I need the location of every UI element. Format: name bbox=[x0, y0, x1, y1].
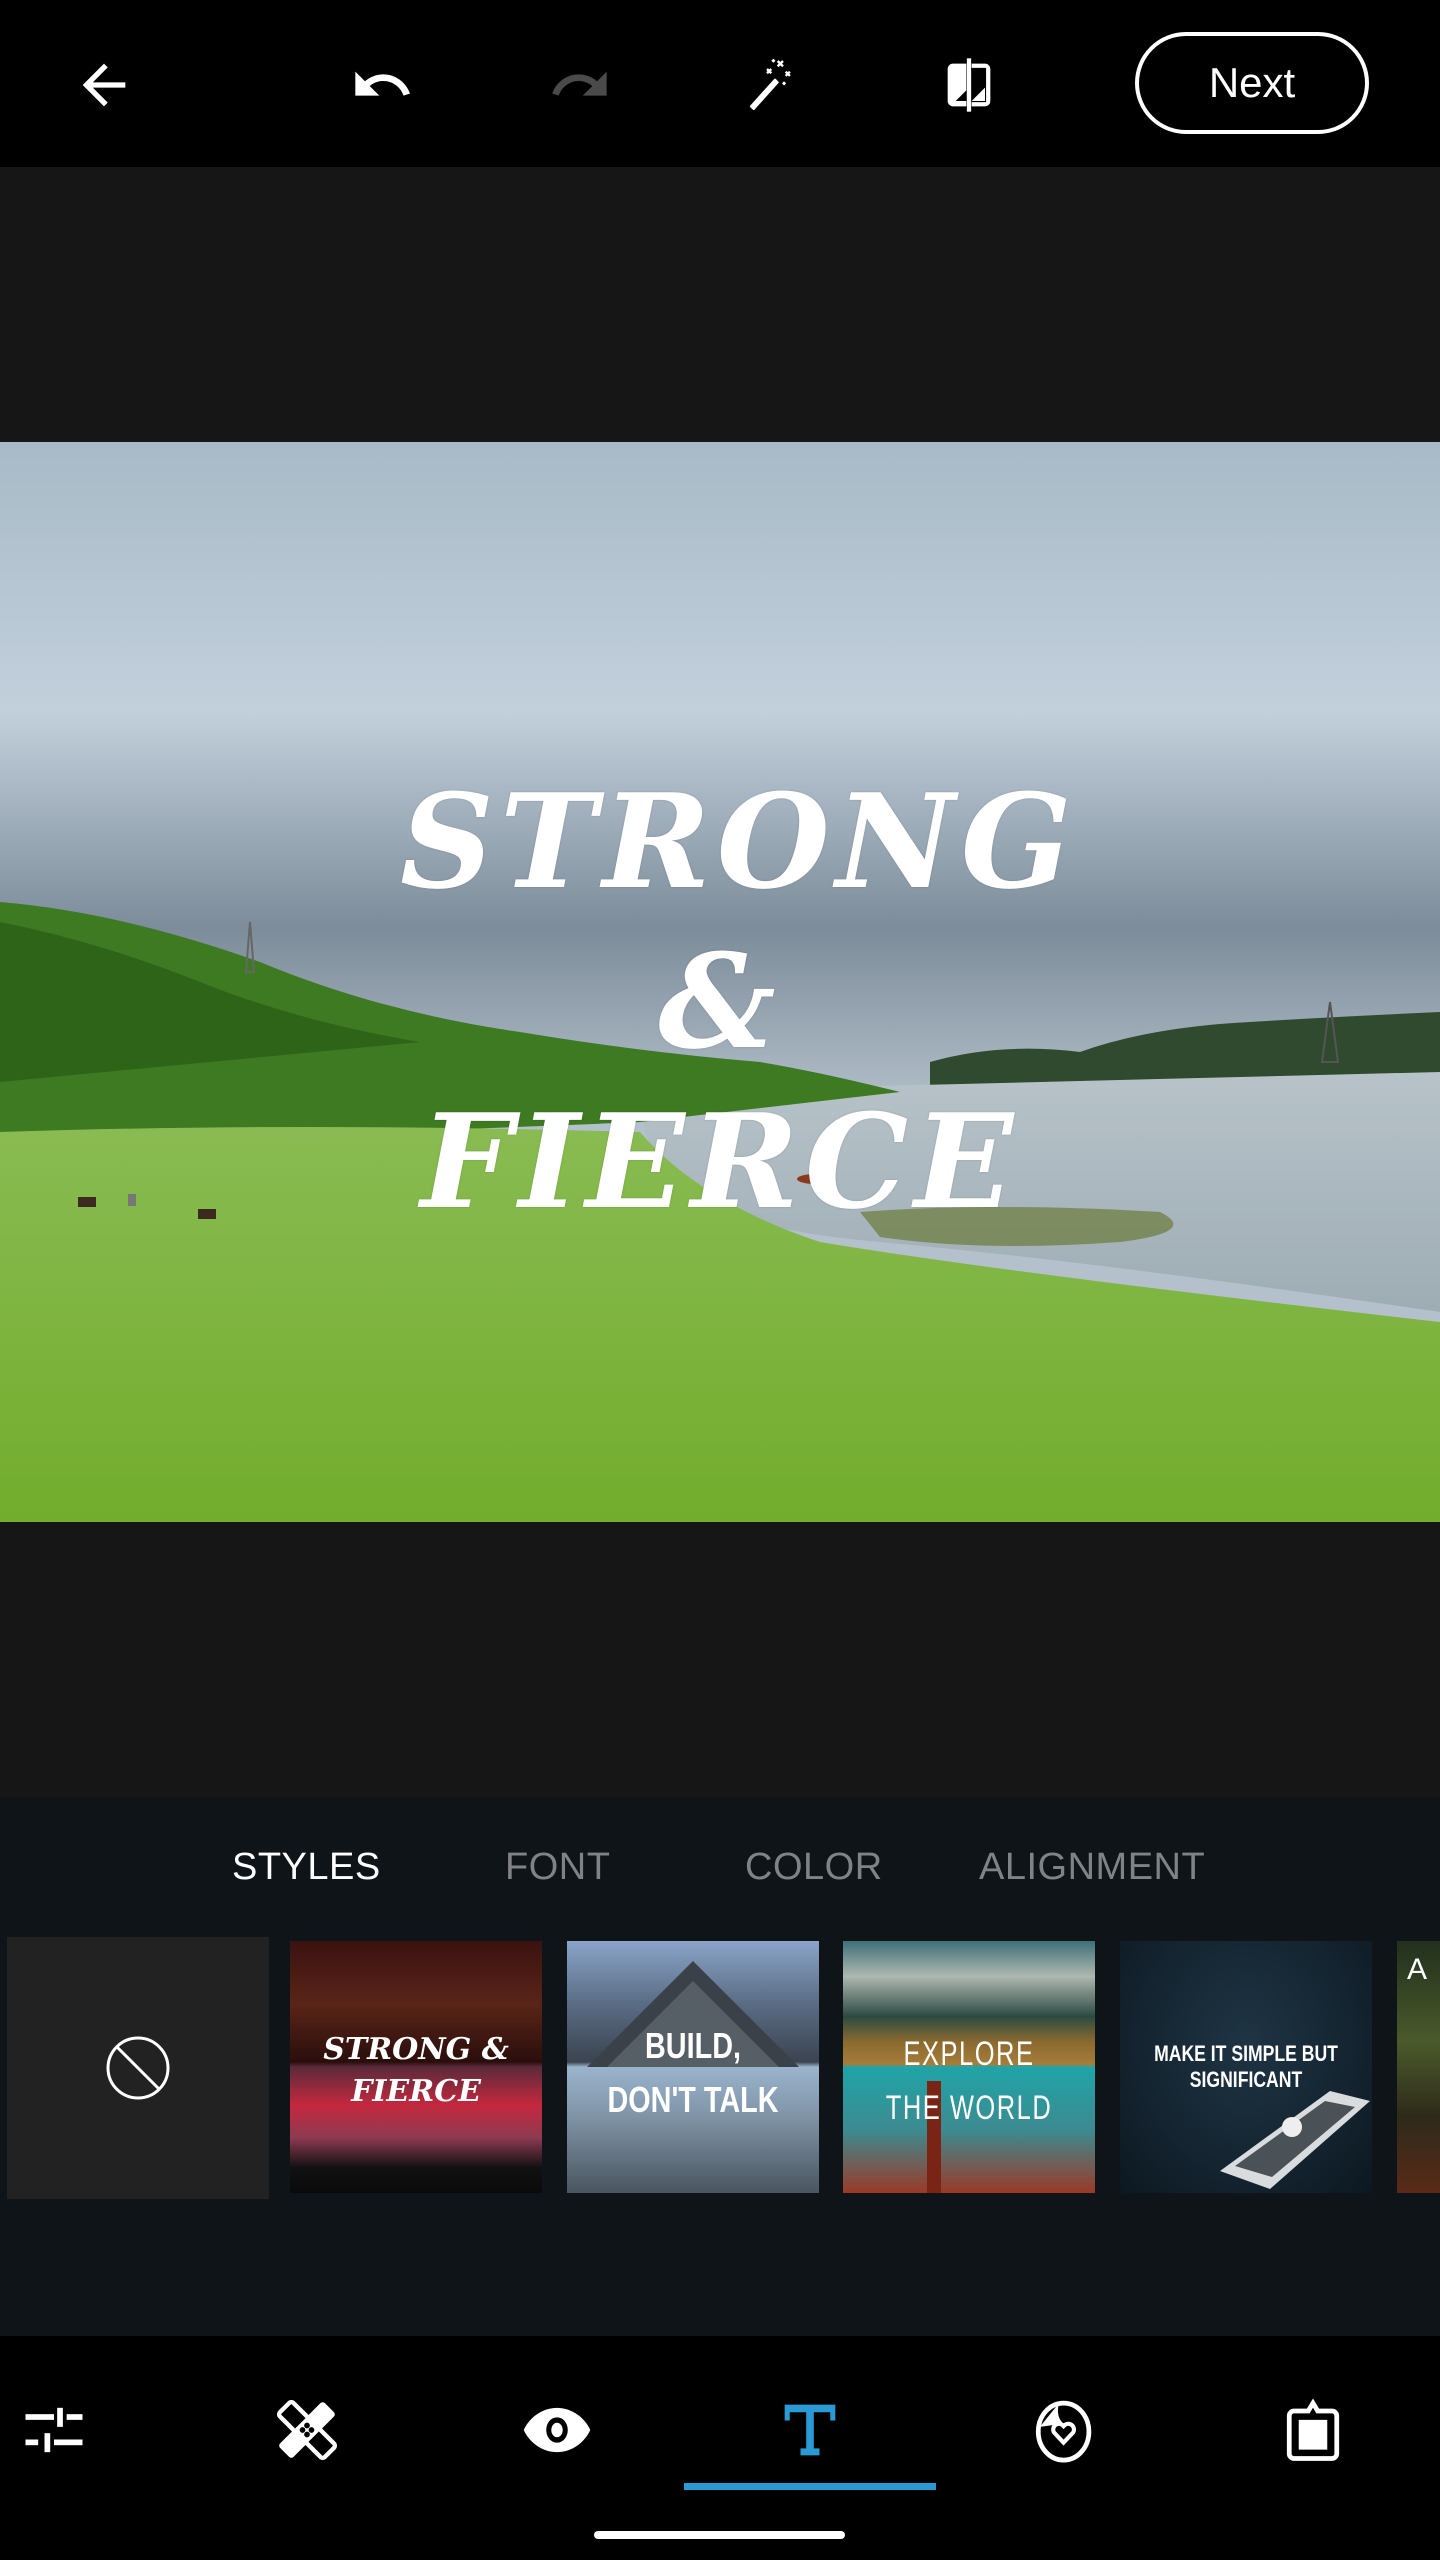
arrow-left-icon bbox=[82, 63, 126, 107]
top-toolbar: Next bbox=[0, 0, 1440, 167]
redo-icon bbox=[552, 71, 607, 96]
style-tile-partial[interactable]: A bbox=[1397, 1941, 1440, 2193]
back-button[interactable] bbox=[64, 45, 144, 125]
tab-alignment[interactable]: ALIGNMENT bbox=[979, 1842, 1205, 1892]
nav-text[interactable] bbox=[750, 2380, 870, 2480]
active-tab-indicator bbox=[684, 2483, 936, 2490]
style-tile-build-dont-talk[interactable]: BUILD, DON'T TALK bbox=[567, 1941, 819, 2193]
bottom-tool-nav bbox=[0, 2336, 1440, 2560]
nav-stickers[interactable] bbox=[1002, 2380, 1122, 2480]
next-button[interactable]: Next bbox=[1135, 32, 1369, 134]
overlay-text-line2: & FIERCE bbox=[420, 925, 1020, 1238]
style-tile-caption: MAKE IT SIMPLE BUT SIGNIFICANT bbox=[1154, 2041, 1338, 2092]
undo-button[interactable] bbox=[342, 45, 422, 125]
style-none-tile[interactable] bbox=[7, 1937, 269, 2199]
frame-icon bbox=[1286, 2398, 1340, 2461]
photo-preview: STRONG & FIERCE bbox=[0, 442, 1440, 1522]
no-style-icon bbox=[106, 2036, 170, 2100]
sticker-icon bbox=[1035, 2400, 1092, 2463]
undo-icon bbox=[355, 71, 410, 96]
sliders-icon bbox=[25, 2407, 83, 2453]
style-tile-caption: EXPLORE THE WORLD bbox=[885, 2035, 1053, 2127]
style-tile-caption: STRONG & FIERCE bbox=[323, 2032, 509, 2109]
tab-color[interactable]: COLOR bbox=[745, 1842, 883, 1892]
tab-font[interactable]: FONT bbox=[505, 1842, 610, 1892]
auto-enhance-button[interactable] bbox=[735, 45, 815, 125]
nav-healing[interactable] bbox=[247, 2380, 367, 2480]
compare-button[interactable] bbox=[929, 45, 1009, 125]
style-tile-explore-the-world[interactable]: EXPLORE THE WORLD bbox=[843, 1941, 1095, 2193]
nav-adjustments[interactable] bbox=[0, 2380, 114, 2480]
nav-red-eye[interactable] bbox=[497, 2380, 617, 2480]
bandage-icon bbox=[276, 2399, 338, 2461]
compare-icon bbox=[947, 58, 991, 112]
home-indicator[interactable] bbox=[594, 2531, 845, 2539]
text-T-icon bbox=[784, 2404, 836, 2456]
tab-styles[interactable]: STYLES bbox=[232, 1842, 381, 1892]
style-tile-caption: A bbox=[1407, 1953, 1428, 1986]
redo-button[interactable] bbox=[540, 45, 620, 125]
editor-canvas: STRONG & FIERCE bbox=[0, 167, 1440, 1797]
eye-icon bbox=[523, 2407, 591, 2453]
style-tile-strong-fierce[interactable]: STRONG & FIERCE bbox=[290, 1941, 542, 2193]
text-overlay[interactable]: STRONG & FIERCE bbox=[400, 762, 1078, 1242]
style-tile-caption: BUILD, DON'T TALK bbox=[607, 2025, 779, 2120]
style-tile-make-it-simple[interactable]: MAKE IT SIMPLE BUT SIGNIFICANT bbox=[1120, 1941, 1372, 2193]
overlay-text-line1: STRONG bbox=[400, 765, 1078, 918]
nav-frames[interactable] bbox=[1253, 2380, 1373, 2480]
magic-wand-icon bbox=[749, 58, 791, 111]
